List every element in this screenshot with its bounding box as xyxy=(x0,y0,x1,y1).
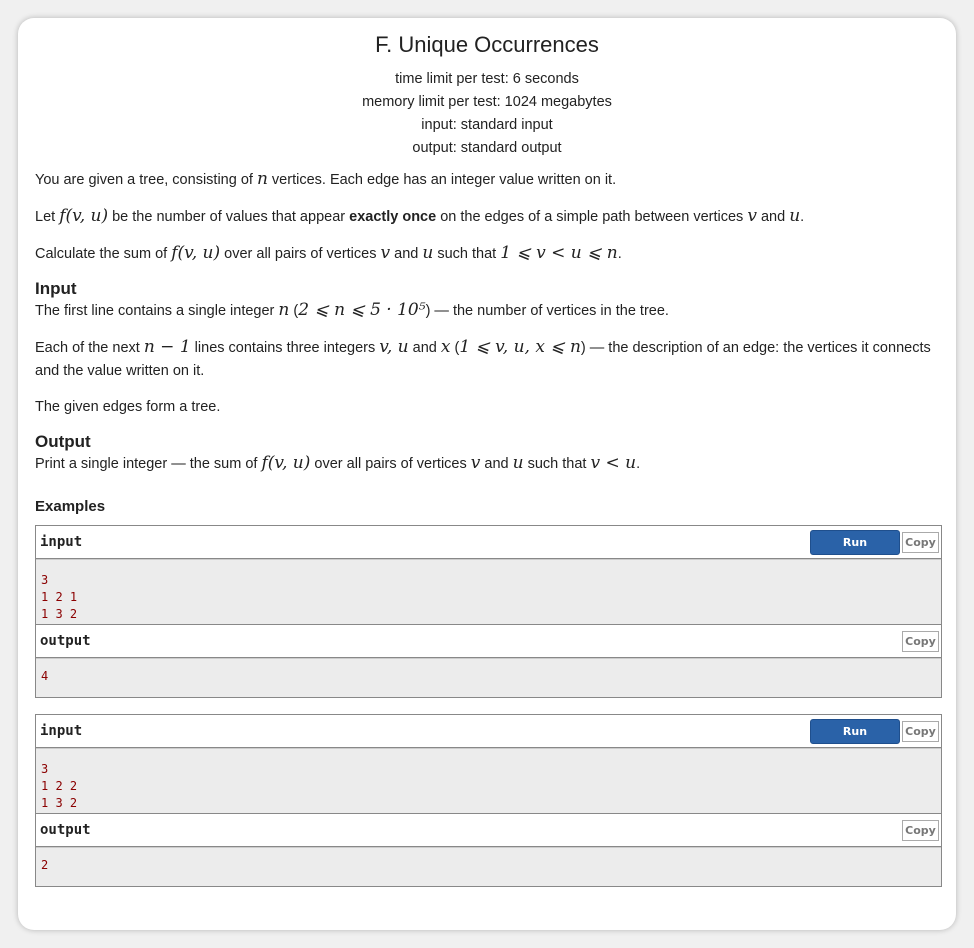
text-segment: . xyxy=(800,209,805,225)
examples-heading: Examples xyxy=(35,498,106,515)
math-expression: n xyxy=(256,169,268,189)
input-spec: input: standard input xyxy=(421,117,553,133)
text-segment: . xyxy=(636,456,641,472)
legend-statement: You are given a tree, consisting of n ve… xyxy=(35,168,942,266)
math-expression: 1 ⩽ v, u, x ⩽ n xyxy=(459,337,581,357)
example-input: 3 1 2 2 1 3 2 xyxy=(36,748,941,813)
problem-title: F. Unique Occurrences xyxy=(375,32,599,57)
text-segment: The given edges form a tree. xyxy=(35,399,221,415)
math-expression: u xyxy=(789,206,801,226)
time-limit: time limit per test: 6 seconds xyxy=(395,71,579,87)
example-test: input Run Copy 3 1 2 2 1 3 2 output Copy… xyxy=(35,714,942,887)
problem-card: F. Unique Occurrences time limit per tes… xyxy=(18,18,956,930)
text-segment: over all pairs of vertices xyxy=(220,246,381,262)
output-header: output Copy xyxy=(36,624,941,658)
math-expression: v xyxy=(747,206,757,226)
problem-limits: time limit per test: 6 seconds memory li… xyxy=(18,68,956,160)
text-segment: lines contains three integers xyxy=(190,340,380,356)
math-expression: u xyxy=(422,243,434,263)
math-expression: v, u xyxy=(379,337,409,357)
math-expression: f(v, u) xyxy=(171,243,221,263)
paragraph: The first line contains a single integer… xyxy=(35,299,942,323)
input-label: input xyxy=(40,534,83,550)
input-header: input Run Copy xyxy=(36,526,941,559)
text-segment: Each of the next xyxy=(35,340,144,356)
text-segment: such that xyxy=(433,246,501,262)
text-segment: vertices. Each edge has an integer value… xyxy=(267,172,617,188)
copy-output-button[interactable]: Copy xyxy=(902,819,939,841)
copy-input-button[interactable]: Copy xyxy=(902,720,939,742)
math-expression: 2 ⩽ n ⩽ 5 · 10⁵ xyxy=(298,300,426,320)
paragraph: Each of the next n − 1 lines contains th… xyxy=(35,336,942,383)
math-expression: f(v, u) xyxy=(59,206,109,226)
paragraph: Calculate the sum of f(v, u) over all pa… xyxy=(35,242,942,266)
text-segment: be the number of values that appear xyxy=(108,209,350,225)
math-expression: 1 ⩽ v < u ⩽ n xyxy=(500,243,618,263)
input-section: The first line contains a single integer… xyxy=(35,299,942,419)
math-expression: u xyxy=(512,453,524,473)
text-segment: Print a single integer — the sum of xyxy=(35,456,262,472)
output-spec: output: standard output xyxy=(412,140,562,156)
text-segment: over all pairs of vertices xyxy=(310,456,471,472)
text-segment: . xyxy=(617,246,622,262)
math-expression: f(v, u) xyxy=(261,453,311,473)
paragraph: Print a single integer — the sum of f(v,… xyxy=(35,452,942,476)
math-expression: v xyxy=(380,243,391,263)
example-output: 2 xyxy=(36,847,941,886)
run-button[interactable]: Run xyxy=(810,529,900,555)
math-expression: n − 1 xyxy=(143,337,191,357)
text-segment: and xyxy=(480,456,513,472)
text-segment: ) — the number of vertices in the tree. xyxy=(425,303,669,319)
output-header: output Copy xyxy=(36,813,941,847)
text-segment: on the edges of a simple path between ve… xyxy=(436,209,748,225)
math-expression: v xyxy=(470,453,481,473)
math-expression: v < u xyxy=(590,453,637,473)
output-section: Print a single integer — the sum of f(v,… xyxy=(35,452,942,476)
output-label: output xyxy=(40,822,91,838)
example-test: input Run Copy 3 1 2 1 1 3 2 output Copy… xyxy=(35,525,942,698)
example-input: 3 1 2 1 1 3 2 xyxy=(36,559,941,624)
copy-input-button[interactable]: Copy xyxy=(902,531,939,553)
text-segment: You are given a tree, consisting of xyxy=(35,172,257,188)
run-button[interactable]: Run xyxy=(810,718,900,744)
paragraph: You are given a tree, consisting of n ve… xyxy=(35,168,942,192)
text-segment: and xyxy=(390,246,423,262)
math-expression: x xyxy=(440,337,451,357)
memory-limit: memory limit per test: 1024 megabytes xyxy=(362,94,612,110)
input-label: input xyxy=(40,723,83,739)
output-label: output xyxy=(40,633,91,649)
output-heading: Output xyxy=(35,432,91,451)
text-segment: and xyxy=(756,209,790,225)
text-segment: Let xyxy=(35,209,60,225)
text-segment: ( xyxy=(450,340,460,356)
text-segment: such that xyxy=(523,456,591,472)
input-header: input Run Copy xyxy=(36,715,941,748)
text-segment: Calculate the sum of xyxy=(35,246,172,262)
input-heading: Input xyxy=(35,279,77,298)
copy-output-button[interactable]: Copy xyxy=(902,630,939,652)
text-segment: ( xyxy=(289,303,299,319)
math-expression: n xyxy=(278,300,290,320)
paragraph: The given edges form a tree. xyxy=(35,396,942,419)
examples-list: input Run Copy 3 1 2 1 1 3 2 output Copy… xyxy=(35,525,942,887)
example-output: 4 xyxy=(36,658,941,697)
paragraph: Let f(v, u) be the number of values that… xyxy=(35,205,942,229)
text-segment: The first line contains a single integer xyxy=(35,303,279,319)
problem-body: You are given a tree, consisting of n ve… xyxy=(35,168,942,903)
bold-text: exactly once xyxy=(349,209,437,225)
text-segment: and xyxy=(408,340,441,356)
